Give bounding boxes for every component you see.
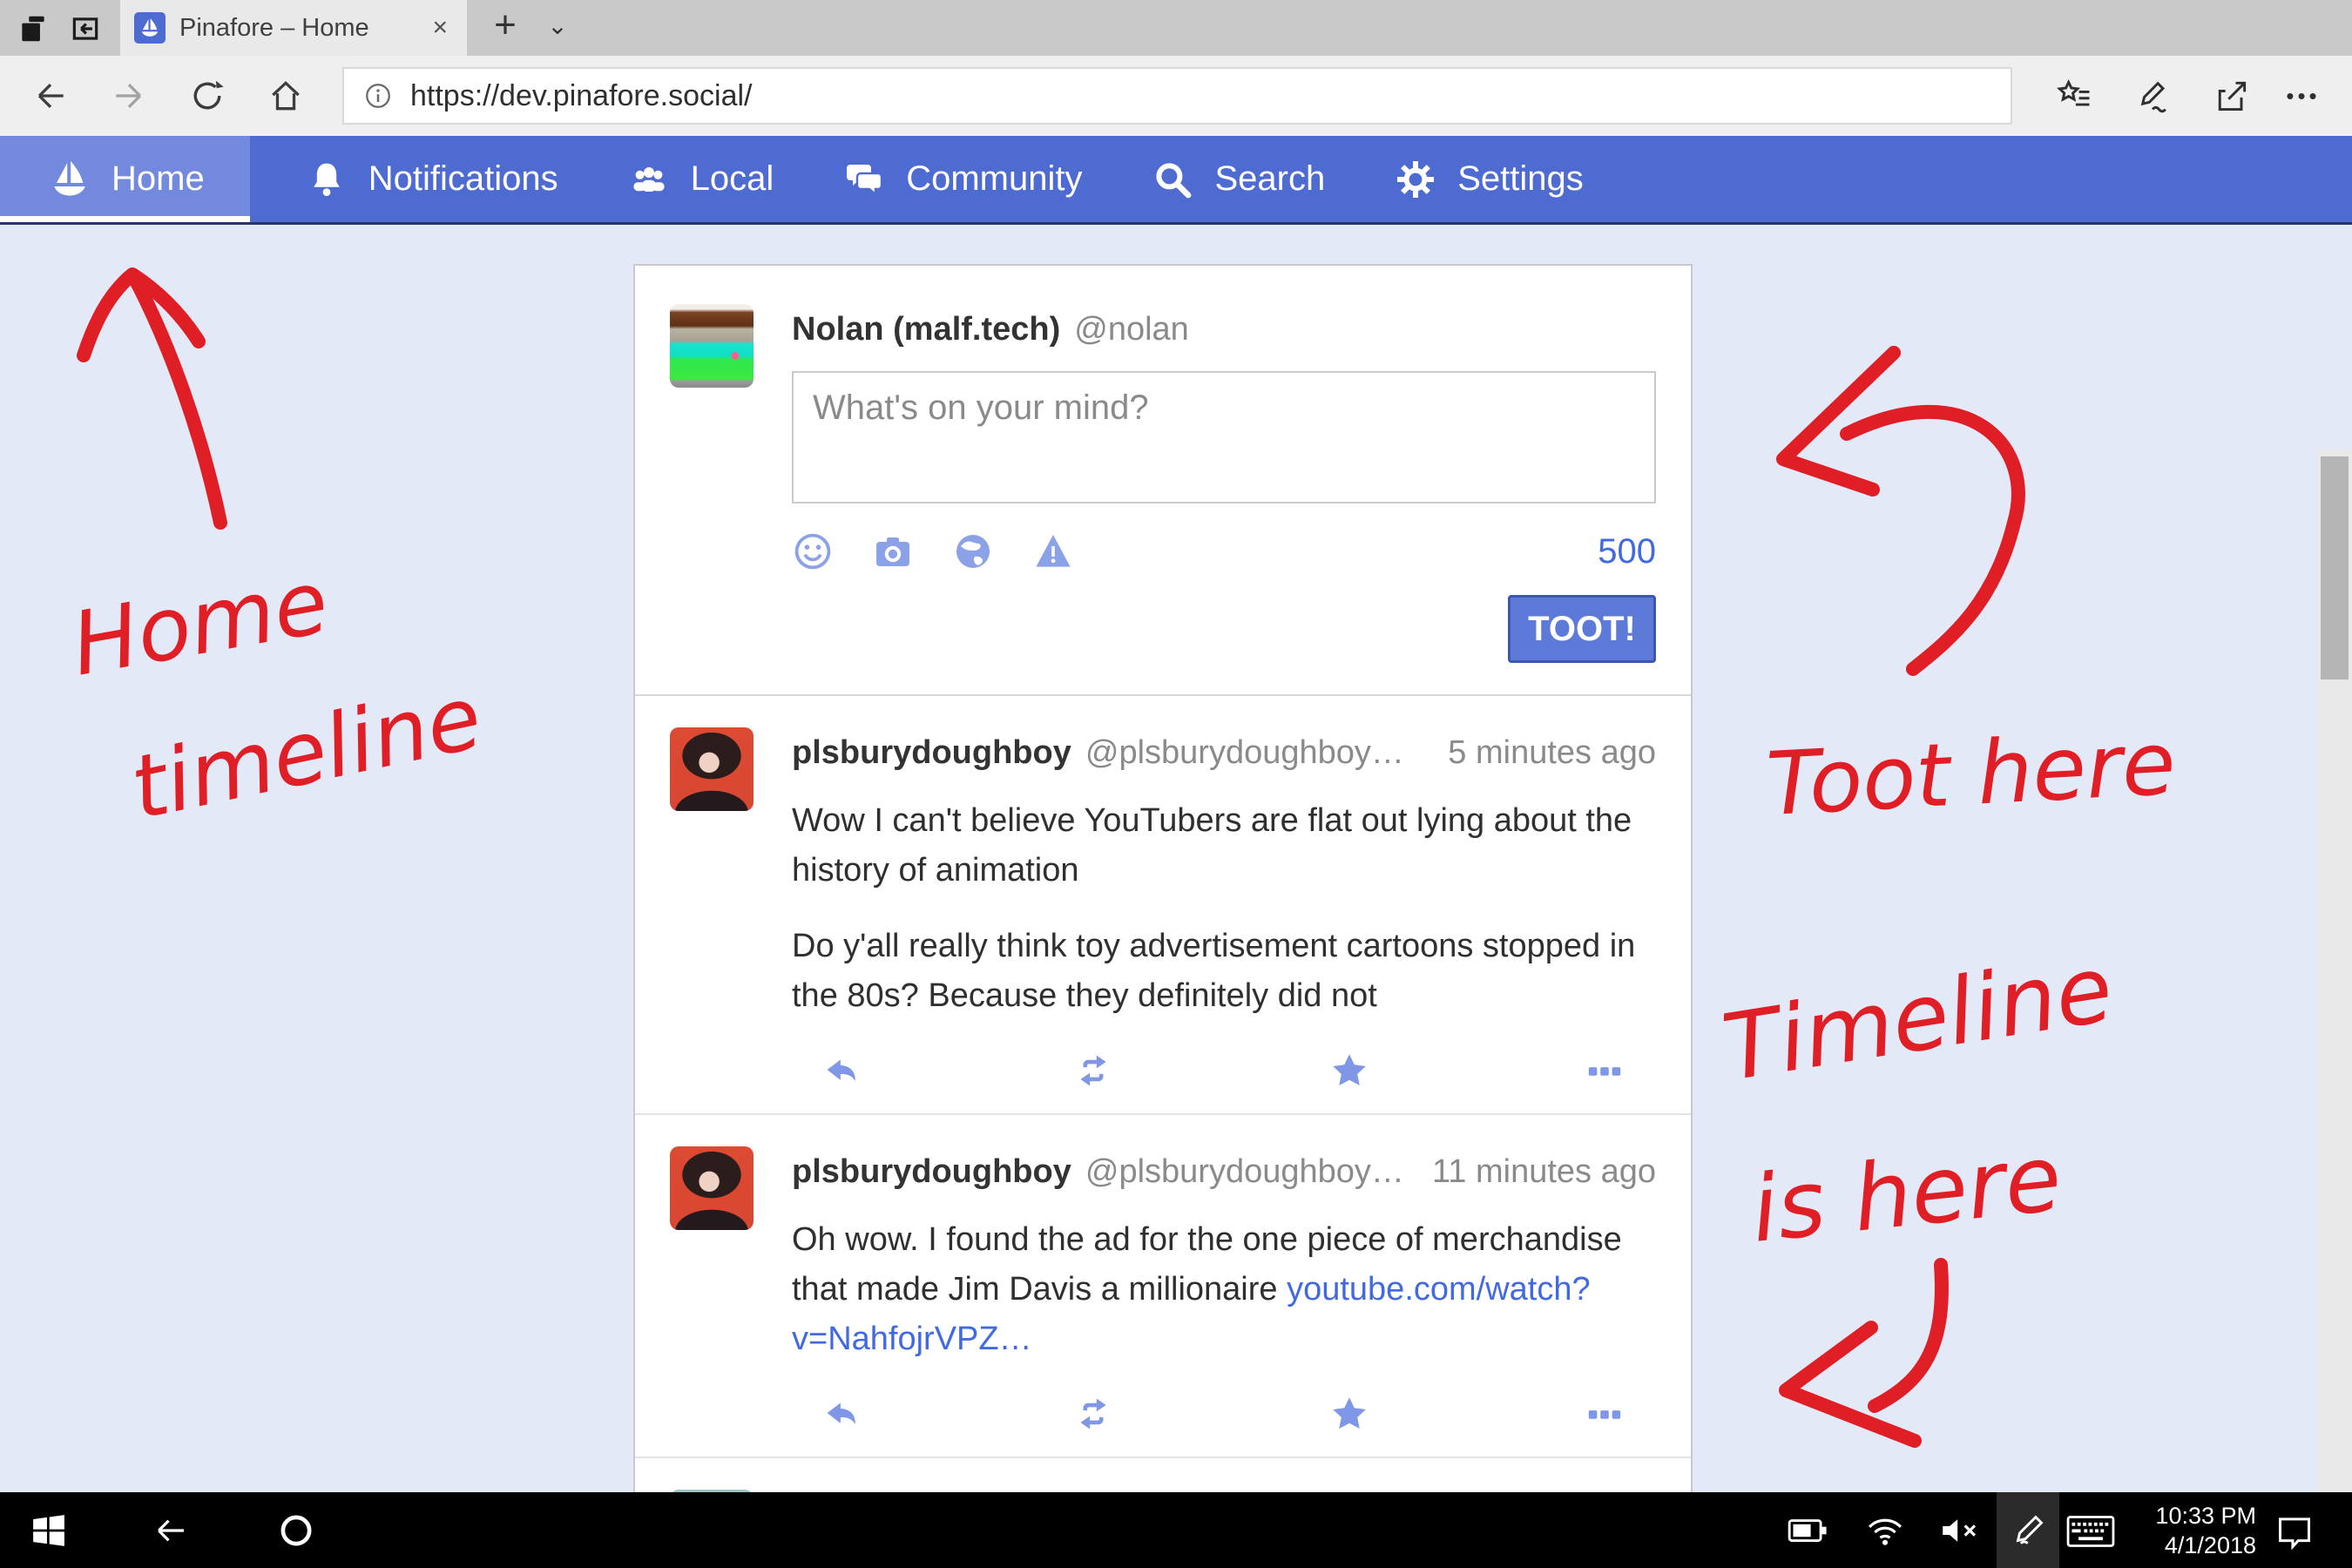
more-options-icon[interactable]: [1585, 1394, 1625, 1434]
touch-keyboard-icon[interactable]: [2066, 1515, 2115, 1548]
volume-muted-icon[interactable]: [1939, 1515, 1981, 1546]
forward-icon[interactable]: [110, 77, 148, 115]
clock-time: 10:33 PM: [2126, 1501, 2256, 1531]
avatar[interactable]: [670, 1146, 754, 1230]
screenshot-root: Pinafore – Home × + ⌄ https://dev.pinafo…: [0, 0, 2352, 1568]
browser-tab[interactable]: Pinafore – Home ×: [120, 0, 467, 56]
tab-title: Pinafore – Home: [179, 14, 413, 43]
nav-item-search[interactable]: Search: [1117, 136, 1360, 222]
page-scrollbar[interactable]: [2317, 449, 2352, 1568]
favorite-star-icon[interactable]: [1329, 1051, 1369, 1091]
toot-content: Oh wow. I found the ad for the one piece…: [792, 1215, 1656, 1364]
toot-content: Wow I can't believe YouTubers are flat o…: [792, 796, 1656, 1021]
start-icon[interactable]: [30, 1511, 68, 1550]
nav-label: Notifications: [368, 159, 558, 199]
globe-privacy-icon[interactable]: [952, 531, 994, 572]
timeline-column: Nolan (malf.tech) @nolan 500 TOOT!: [633, 264, 1693, 1492]
avatar[interactable]: [670, 727, 754, 811]
emoji-icon[interactable]: [792, 531, 834, 572]
reply-icon[interactable]: [818, 1051, 858, 1091]
wifi-icon[interactable]: [1866, 1513, 1904, 1548]
scrollbar-thumb[interactable]: [2321, 456, 2349, 679]
back-icon[interactable]: [31, 77, 70, 115]
battery-icon[interactable]: [1788, 1517, 1828, 1544]
site-nav: Home Notifications Local Community Searc…: [0, 136, 2352, 225]
more-options-icon[interactable]: [1585, 1051, 1625, 1091]
new-tab-button[interactable]: +: [481, 0, 530, 56]
boost-icon[interactable]: [1073, 1051, 1113, 1091]
search-icon: [1152, 159, 1193, 200]
reply-icon[interactable]: [818, 1394, 858, 1434]
toot-author-handle: @plsburydoughboy@mastodon.s…: [1085, 1153, 1418, 1191]
toot-author-handle: @plsburydoughboy@mastodon.so…: [1085, 734, 1434, 772]
content-warning-icon[interactable]: [1032, 531, 1074, 572]
nav-item-notifications[interactable]: Notifications: [271, 136, 593, 222]
browser-tab-bar: Pinafore – Home × + ⌄: [0, 0, 2352, 56]
set-tabs-aside-icon[interactable]: [14, 12, 52, 45]
chat-bubbles-icon: [843, 159, 885, 200]
toot-item: kз:ʳ @chr@cybre.space 13 minutes ago you…: [635, 1456, 1691, 1492]
camera-icon[interactable]: [872, 531, 914, 572]
toot-timestamp[interactable]: 11 minutes ago: [1432, 1153, 1656, 1191]
page-background: Nolan (malf.tech) @nolan 500 TOOT!: [0, 225, 2352, 1492]
avatar[interactable]: [670, 304, 754, 388]
char-count: 500: [1598, 532, 1656, 571]
taskbar-back-icon[interactable]: [153, 1513, 188, 1548]
tab-list-chevron-icon[interactable]: ⌄: [535, 0, 580, 56]
nav-label: Local: [691, 159, 774, 199]
nav-item-home[interactable]: Home: [0, 136, 250, 222]
toot-actions: [792, 1021, 1656, 1091]
compose-display-name: Nolan (malf.tech): [792, 311, 1060, 348]
address-bar[interactable]: https://dev.pinafore.social/: [342, 67, 2012, 125]
browser-toolbar: https://dev.pinafore.social/ •••: [0, 56, 2352, 136]
nav-label: Home: [112, 159, 205, 199]
windows-taskbar: 10:33 PM 4/1/2018: [0, 1492, 2352, 1568]
clock-date: 4/1/2018: [2126, 1531, 2256, 1560]
nav-item-community[interactable]: Community: [808, 136, 1117, 222]
action-center-icon[interactable]: [2275, 1513, 2314, 1551]
site-info-icon[interactable]: [363, 81, 393, 111]
sailboat-icon: [49, 159, 91, 200]
toot-author-name[interactable]: plsburydoughboy: [792, 734, 1071, 772]
tabs-preview-icon[interactable]: [66, 12, 105, 45]
pinafore-favicon: [134, 12, 166, 44]
favorites-hub-icon[interactable]: [2056, 77, 2094, 115]
compose-input[interactable]: [792, 371, 1656, 504]
url-text[interactable]: https://dev.pinafore.social/: [410, 79, 752, 113]
nav-item-settings[interactable]: Settings: [1360, 136, 1619, 222]
tab-close-icon[interactable]: ×: [413, 13, 467, 43]
toot-button[interactable]: TOOT!: [1508, 595, 1656, 663]
nav-label: Search: [1214, 159, 1325, 199]
bell-icon: [306, 159, 348, 200]
web-note-icon[interactable]: [2134, 77, 2173, 115]
home-icon[interactable]: [267, 77, 305, 115]
toot-item: plsburydoughboy @plsburydoughboy@mastodo…: [635, 694, 1691, 1113]
compose-handle: @nolan: [1074, 311, 1189, 348]
windows-ink-cell[interactable]: [1997, 1492, 2059, 1568]
favorite-star-icon[interactable]: [1329, 1394, 1369, 1434]
gear-icon: [1395, 159, 1436, 200]
refresh-icon[interactable]: [188, 77, 226, 115]
taskbar-clock[interactable]: 10:33 PM 4/1/2018: [2126, 1501, 2256, 1560]
toot-actions: [792, 1364, 1656, 1434]
compose-box: Nolan (malf.tech) @nolan 500 TOOT!: [635, 266, 1691, 694]
nav-item-local[interactable]: Local: [593, 136, 809, 222]
more-icon[interactable]: •••: [2275, 77, 2331, 115]
share-icon[interactable]: [2213, 77, 2251, 115]
nav-label: Community: [906, 159, 1082, 199]
people-icon: [628, 159, 670, 200]
boost-icon[interactable]: [1073, 1394, 1113, 1434]
toot-item: plsburydoughboy @plsburydoughboy@mastodo…: [635, 1113, 1691, 1456]
toot-author-name[interactable]: plsburydoughboy: [792, 1153, 1071, 1191]
nav-label: Settings: [1457, 159, 1584, 199]
cortana-icon[interactable]: [277, 1511, 315, 1550]
windows-ink-pen-icon: [2011, 1511, 2047, 1548]
toot-timestamp[interactable]: 5 minutes ago: [1448, 734, 1656, 772]
